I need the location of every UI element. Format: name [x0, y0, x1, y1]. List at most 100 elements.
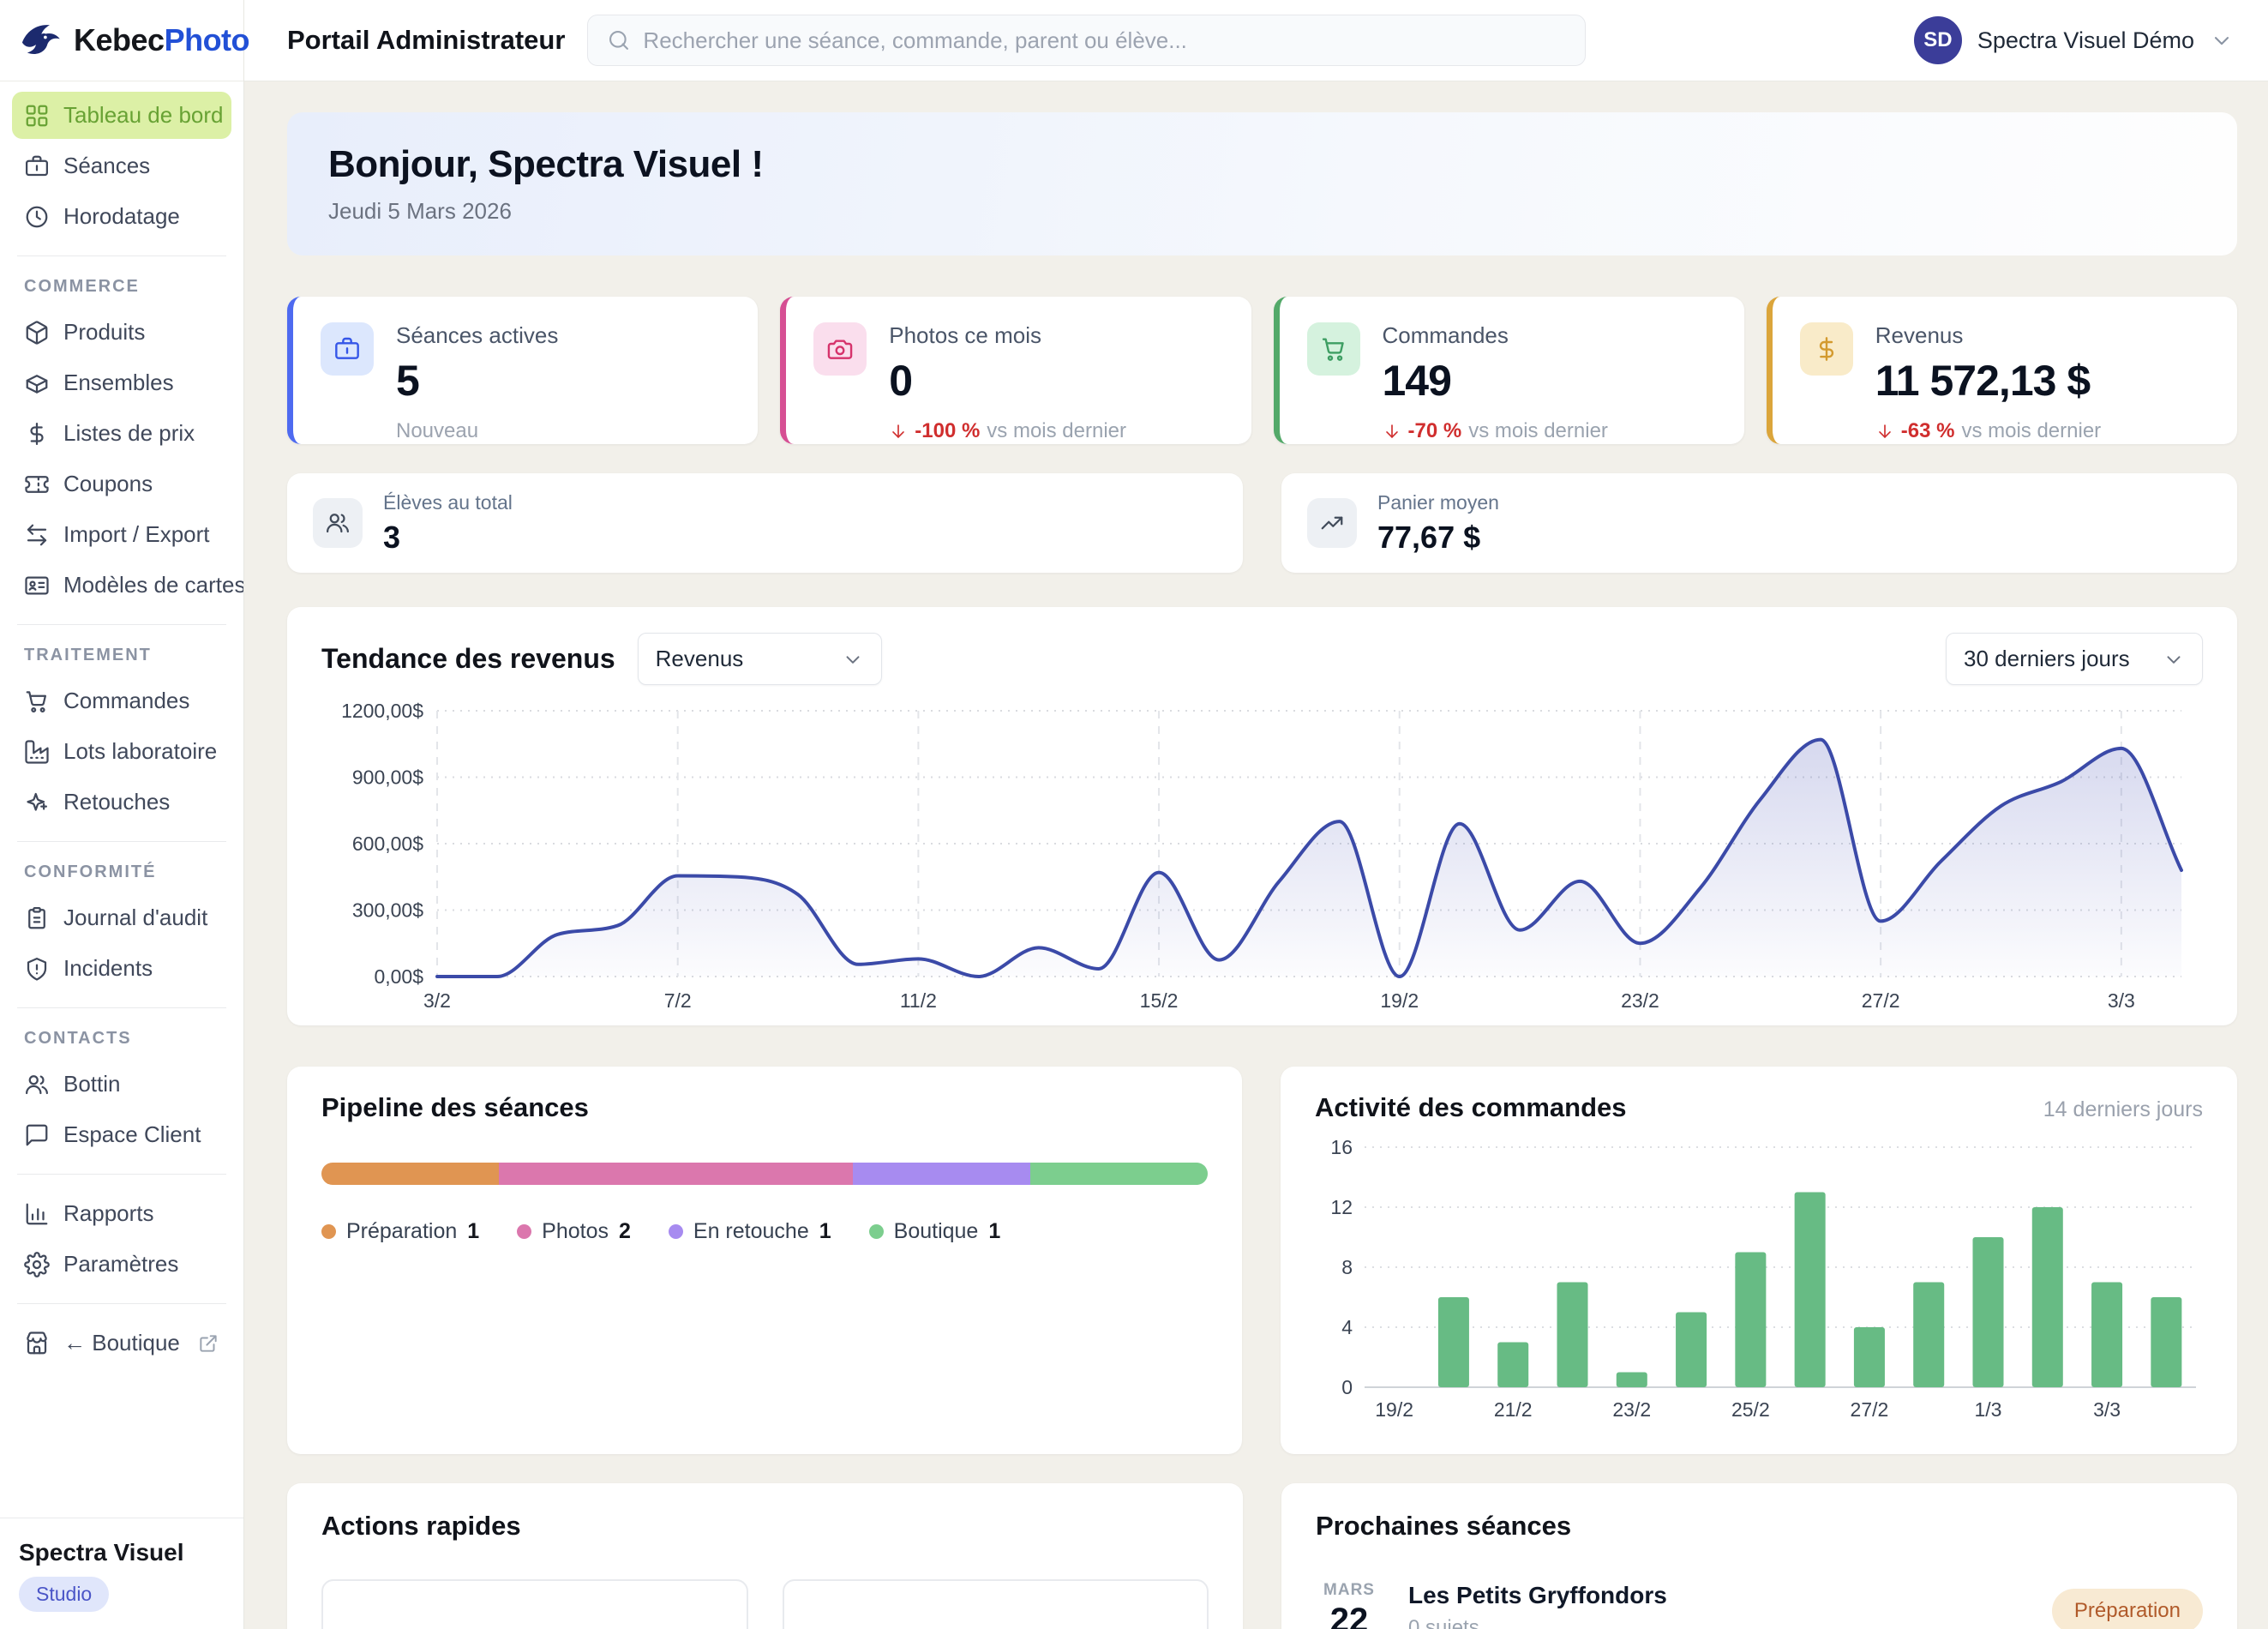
sidebar-item-journal-d-audit[interactable]: Journal d'audit [12, 894, 231, 941]
pipeline-legend-item: En retouche1 [669, 1219, 831, 1244]
page-title: Portail Administrateur [287, 25, 565, 56]
sidebar-item-produits[interactable]: Produits [12, 309, 231, 356]
sidebar-item-espace-client[interactable]: Espace Client [12, 1111, 231, 1158]
pipeline-legend-item: Boutique1 [869, 1219, 1001, 1244]
briefcase-icon [24, 153, 50, 179]
sidebar-item-bottin[interactable]: Bottin [12, 1061, 231, 1108]
svg-text:23/2: 23/2 [1621, 989, 1659, 1012]
stat-delta: -70 % [1408, 419, 1462, 443]
sidebar-item-commandes[interactable]: Commandes [12, 677, 231, 724]
legend-dot [517, 1224, 531, 1239]
sidebar-item-label: Journal d'audit [63, 905, 207, 931]
sidebar-item-import-export[interactable]: Import / Export [12, 511, 231, 558]
sidebar-item-rapports[interactable]: Rapports [12, 1190, 231, 1237]
search-input[interactable] [643, 27, 1566, 54]
revenue-trend-card: Tendance des revenus Revenus 30 derniers… [287, 607, 2237, 1025]
upcoming-sessions-card: Prochaines séances MARS 22 Les Petits Gr… [1281, 1483, 2237, 1629]
legend-label: En retouche [693, 1219, 809, 1244]
upcoming-sessions-list: MARS 22 Les Petits Gryffondors 0 sujets … [1316, 1581, 2203, 1629]
action-voir-les-commandes[interactable]: Voir les commandes [783, 1579, 1209, 1629]
range-select[interactable]: 30 derniers jours [1946, 633, 2203, 685]
session-date: MARS 22 [1316, 1581, 1383, 1629]
substat-label: Élèves au total [383, 491, 513, 514]
nav-divider [17, 255, 226, 256]
pipeline-segment-pr-paration [321, 1163, 499, 1185]
chevron-down-icon [842, 648, 864, 670]
sidebar-item-param-tres[interactable]: Paramètres [12, 1241, 231, 1288]
revenue-trend-title: Tendance des revenus [321, 643, 615, 675]
stat-delta: -100 % [915, 419, 980, 443]
pipeline-segment-en-retouche [853, 1163, 1030, 1185]
camera-icon [813, 322, 867, 376]
search-icon [607, 28, 631, 52]
legend-dot [321, 1224, 336, 1239]
svg-text:11/2: 11/2 [900, 989, 937, 1012]
sidebar-item-ensembles[interactable]: Ensembles [12, 359, 231, 406]
metric-select[interactable]: Revenus [638, 633, 882, 685]
stat-delta-suffix: vs mois dernier [987, 419, 1126, 443]
arrow-down-icon [1383, 422, 1401, 441]
bar-chart-icon [24, 1201, 50, 1227]
message-icon [24, 1122, 50, 1148]
substat-card-panier-moyen: Panier moyen 77,67 $ [1281, 473, 2237, 573]
nav-divider [17, 1303, 226, 1304]
sidebar-item-incidents[interactable]: Incidents [12, 945, 231, 992]
users-icon [24, 1072, 50, 1097]
nav-section-label: CONTACTS [24, 1029, 219, 1049]
studio-name: Spectra Visuel [19, 1539, 225, 1566]
upcoming-session-item[interactable]: MARS 22 Les Petits Gryffondors 0 sujets … [1316, 1581, 2203, 1629]
legend-label: Photos [542, 1219, 609, 1244]
external-link-icon [197, 1332, 219, 1355]
range-select-value: 30 derniers jours [1964, 646, 2130, 672]
legend-count: 1 [467, 1219, 479, 1244]
sidebar-item-label: Rapports [63, 1200, 154, 1227]
svg-text:27/2: 27/2 [1862, 989, 1900, 1012]
svg-text:1200,00$: 1200,00$ [341, 700, 423, 722]
substat-value: 77,67 $ [1377, 520, 1499, 556]
user-menu[interactable]: SD Spectra Visuel Démo [1914, 16, 2234, 64]
metric-select-value: Revenus [656, 646, 744, 672]
shield-alert-icon [24, 956, 50, 982]
chevron-down-icon [2210, 28, 2234, 52]
sidebar-item-tableau-de-bord[interactable]: Tableau de bord [12, 92, 231, 139]
stat-card-photos-ce-mois: Photos ce mois 0 -100 %vs mois dernier [780, 297, 1251, 444]
avatar: SD [1914, 16, 1962, 64]
svg-text:19/2: 19/2 [1375, 1398, 1413, 1421]
dollar-icon [24, 421, 50, 447]
session-month: MARS [1316, 1581, 1383, 1600]
sidebar-item-s-ances[interactable]: Séances [12, 142, 231, 189]
cart-icon [24, 688, 50, 714]
sidebar-item-label: Retouches [63, 789, 170, 815]
nav-divider [17, 624, 226, 625]
sidebar-nav: Tableau de bordSéancesHorodatageCOMMERCE… [0, 81, 243, 1518]
svg-text:15/2: 15/2 [1140, 989, 1179, 1012]
stat-value: 149 [1383, 356, 1608, 406]
sidebar-item-boutique[interactable]: ← Boutique [12, 1319, 231, 1367]
action-nouvelle-s-ance[interactable]: Nouvelle séance [321, 1579, 748, 1629]
svg-text:7/2: 7/2 [664, 989, 692, 1012]
svg-text:0: 0 [1341, 1376, 1353, 1398]
arrow-down-icon [1875, 422, 1894, 441]
legend-label: Préparation [346, 1219, 457, 1244]
sidebar-item-coupons[interactable]: Coupons [12, 460, 231, 508]
svg-text:19/2: 19/2 [1380, 989, 1419, 1012]
sidebar-item-label: Listes de prix [63, 420, 195, 447]
sidebar-item-mod-les-de-cartes[interactable]: Modèles de cartes [12, 562, 231, 609]
pipeline-bar [321, 1163, 1208, 1185]
svg-text:1/3: 1/3 [1975, 1398, 2002, 1421]
nav-section-label: CONFORMITÉ [24, 863, 219, 882]
arrow-left-right-icon [24, 522, 50, 548]
sidebar-item-listes-de-prix[interactable]: Listes de prix [12, 410, 231, 457]
orders-activity-range: 14 derniers jours [2043, 1097, 2203, 1122]
svg-text:4: 4 [1341, 1316, 1353, 1338]
revenue-line-chart: 0,00$300,00$600,00$900,00$1200,00$3/27/2… [321, 699, 2203, 1018]
pipeline-title: Pipeline des séances [321, 1092, 589, 1123]
sidebar-item-label: Lots laboratoire [63, 738, 217, 765]
global-search[interactable] [587, 15, 1586, 66]
brand-logo[interactable]: KebecPhoto [0, 0, 243, 81]
svg-text:21/2: 21/2 [1494, 1398, 1533, 1421]
sidebar-item-retouches[interactable]: Retouches [12, 778, 231, 826]
sidebar-item-lots-laboratoire[interactable]: Lots laboratoire [12, 728, 231, 775]
brand-name: KebecPhoto [74, 22, 249, 58]
sidebar-item-horodatage[interactable]: Horodatage [12, 193, 231, 240]
